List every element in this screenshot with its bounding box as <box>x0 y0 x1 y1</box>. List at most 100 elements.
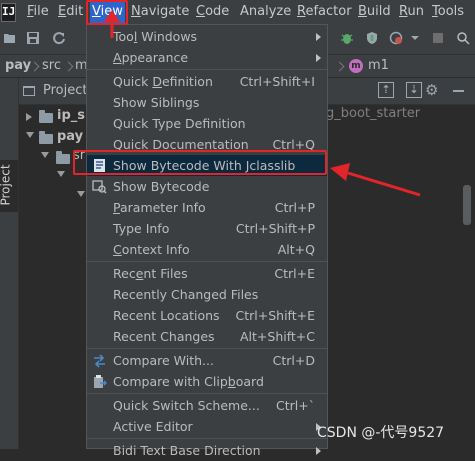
menu-item-label: Show Bytecode <box>113 179 210 194</box>
menu-label-rest: dit <box>66 4 84 19</box>
menu-refactor[interactable]: Refactor <box>297 0 352 24</box>
menu-item-label: Recently Changed Files <box>113 287 259 302</box>
open-folder-icon[interactable] <box>3 31 17 45</box>
breadcrumb-item-m1[interactable]: m1 <box>368 55 389 77</box>
menu-build[interactable]: Build <box>358 0 391 24</box>
editor-scrollbar-thumb[interactable] <box>463 185 471 225</box>
menu-item-type-info[interactable]: Type Info Ctrl+Shift+P <box>87 218 327 239</box>
menu-run[interactable]: Run <box>399 0 424 24</box>
menu-item-label: Quick Definition <box>113 74 213 89</box>
submenu-arrow-icon <box>316 33 321 41</box>
menu-mnemonic: E <box>58 4 67 19</box>
watermark: CSDN @-代号9527 <box>317 425 445 441</box>
menu-item-shortcut: Ctrl+` <box>276 398 315 413</box>
menu-mnemonic: N <box>131 4 141 19</box>
menu-label-rest: un <box>407 4 424 19</box>
collapse-arrow-icon[interactable] <box>41 152 49 158</box>
menu-item-label: Context Info <box>113 242 190 257</box>
menu-item-label: Active Editor <box>113 419 193 434</box>
menu-item-label: Appearance <box>113 50 189 65</box>
breadcrumb-item-pay[interactable]: pay <box>5 55 31 77</box>
menu-bar: IJ File Edit View Navigate Code Analyze … <box>0 0 475 24</box>
menu-label-rest: uild <box>366 4 391 19</box>
view-menu-dropdown: Tool Windows Appearance Quick Definition Ct… <box>86 24 328 458</box>
save-icon[interactable] <box>26 31 40 45</box>
annotation-box-view-menu <box>86 0 128 25</box>
submenu-arrow-icon <box>316 447 321 455</box>
menu-item-shortcut: Alt+Q <box>277 242 315 257</box>
menu-separator <box>87 261 327 262</box>
menu-item-label: Compare with Clipboard <box>113 374 264 389</box>
menu-item-label: Compare With... <box>113 353 214 368</box>
gear-icon[interactable]: ⚙ <box>425 81 438 99</box>
menu-item-recent-locations[interactable]: Recent Locations Ctrl+Shift+E <box>87 305 327 326</box>
menu-item-show-siblings[interactable]: Show Siblings <box>87 92 327 113</box>
folder-icon <box>56 151 70 164</box>
menu-item-label: Recent Files <box>113 266 188 281</box>
submenu-arrow-icon <box>316 54 321 62</box>
menu-item-tool-windows[interactable]: Tool Windows <box>87 26 327 47</box>
menu-label-rest: ile <box>33 4 49 19</box>
project-tool-tab[interactable]: Project <box>0 160 18 212</box>
run-dropdown-icon[interactable] <box>408 31 422 45</box>
menu-item-shortcut: Ctrl+P <box>274 200 315 215</box>
collapse-arrow-icon[interactable] <box>26 132 34 138</box>
sync-icon[interactable] <box>52 31 66 45</box>
menu-tools[interactable]: Tools <box>432 0 464 24</box>
menu-mnemonic: B <box>358 4 367 19</box>
stop-icon[interactable] <box>431 31 445 45</box>
collapse-all-icon[interactable]: ⇣ <box>406 82 422 98</box>
menu-item-recently-changed-files[interactable]: Recently Changed Files <box>87 284 327 305</box>
menu-item-active-editor[interactable]: Active Editor <box>87 416 327 437</box>
menu-item-show-bytecode[interactable]: Show Bytecode <box>87 176 327 197</box>
menu-item-label: Quick Type Definition <box>113 116 246 131</box>
menu-item-compare-with[interactable]: Compare With... Ctrl+D <box>87 350 327 371</box>
menu-item-parameter-info[interactable]: Parameter Info Ctrl+P <box>87 197 327 218</box>
menu-edit[interactable]: Edit <box>58 0 83 24</box>
select-opened-file-icon[interactable]: ⇡ <box>378 82 394 98</box>
menu-item-recent-files[interactable]: Recent Files Ctrl+E <box>87 263 327 284</box>
menu-item-label: Quick Switch Scheme... <box>113 398 260 413</box>
menu-navigate[interactable]: Navigate <box>131 0 189 24</box>
menu-item-quick-type-definition[interactable]: Quick Type Definition <box>87 113 327 134</box>
clipboard-compare-icon <box>94 375 107 388</box>
compare-icon <box>94 354 105 368</box>
menu-label-rest: avigate <box>140 4 190 19</box>
coverage-shield-icon[interactable] <box>365 31 379 45</box>
breadcrumb-item-src[interactable]: src <box>42 55 61 77</box>
menu-item-compare-with-clipboard[interactable]: Compare with Clipboard <box>87 371 327 392</box>
breadcrumb-separator-icon <box>334 61 345 72</box>
menu-code[interactable]: Code <box>196 0 229 24</box>
debug-bug-icon[interactable] <box>340 31 354 45</box>
folder-icon <box>39 110 53 123</box>
profiler-icon[interactable] <box>389 31 403 45</box>
menu-item-label: Show Siblings <box>113 95 200 110</box>
editor-text-fragment: g_boot_starter <box>326 106 421 121</box>
menu-item-quick-definition[interactable]: Quick Definition Ctrl+Shift+I <box>87 71 327 92</box>
menu-item-bidi-text-base-direction[interactable]: Bidi Text Base Direction <box>87 440 327 461</box>
menu-label-rest: ools <box>437 4 465 19</box>
hide-panel-icon[interactable] <box>453 90 464 92</box>
menu-item-context-info[interactable]: Context Info Alt+Q <box>87 239 327 260</box>
menu-analyze[interactable]: Analyze <box>240 0 291 24</box>
expand-arrow-icon[interactable] <box>26 113 32 121</box>
collapse-arrow-icon[interactable] <box>77 191 85 197</box>
menu-item-label: Recent Changes <box>113 329 215 344</box>
show-bytecode-icon <box>92 180 107 194</box>
menu-item-quick-switch-scheme[interactable]: Quick Switch Scheme... Ctrl+` <box>87 395 327 416</box>
menu-item-appearance[interactable]: Appearance <box>87 47 327 68</box>
menu-item-shortcut: Ctrl+Shift+P <box>235 221 315 236</box>
project-panel-title[interactable]: Project <box>43 78 87 104</box>
collapse-arrow-icon[interactable] <box>57 171 65 177</box>
menu-item-shortcut: Ctrl+Shift+I <box>239 74 315 89</box>
search-icon[interactable] <box>456 31 470 45</box>
menu-separator <box>87 348 327 349</box>
menu-separator <box>87 438 327 439</box>
project-view-icon <box>23 86 35 96</box>
menu-label-rest: efactor <box>305 4 352 19</box>
menu-separator <box>87 393 327 394</box>
intellij-logo-icon: IJ <box>1 3 16 22</box>
menu-file[interactable]: File <box>27 0 49 24</box>
menu-item-recent-changes[interactable]: Recent Changes Alt+Shift+C <box>87 326 327 347</box>
menu-item-shortcut: Ctrl+Shift+E <box>235 308 316 323</box>
